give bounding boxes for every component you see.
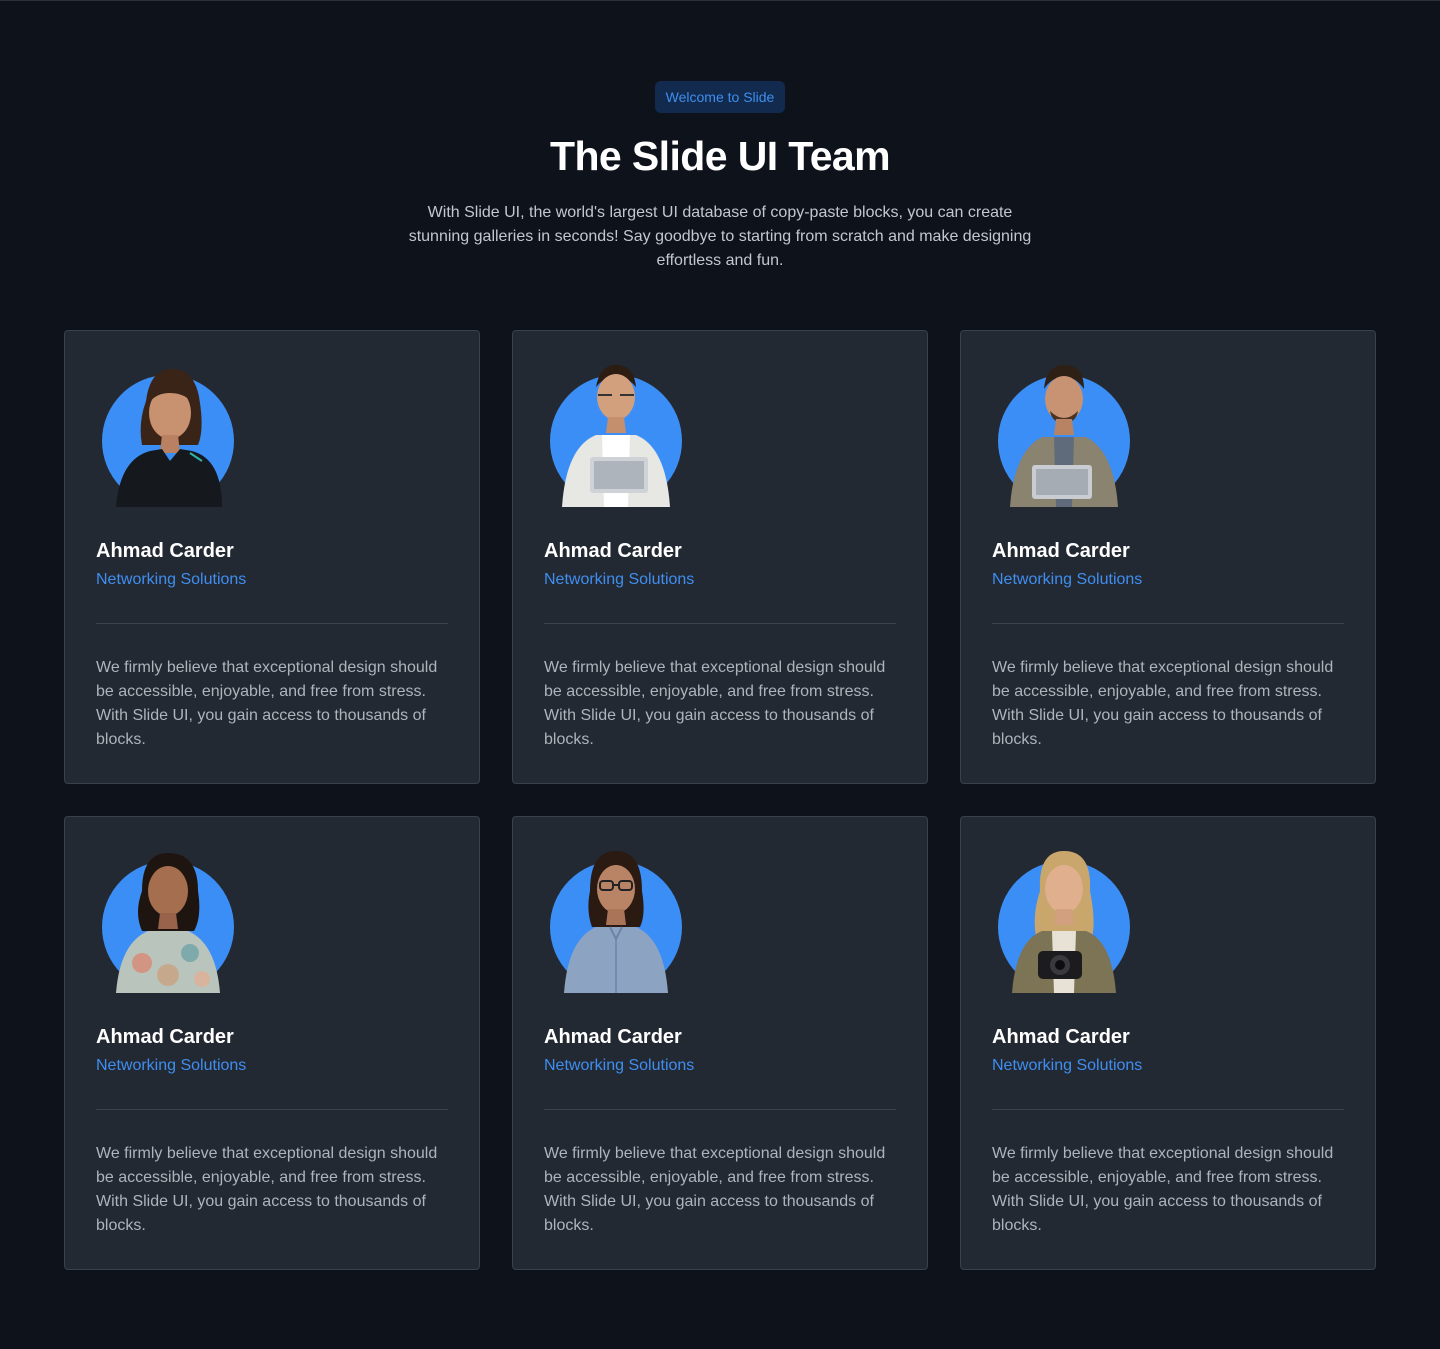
divider bbox=[544, 623, 896, 624]
divider bbox=[96, 623, 448, 624]
team-card: Ahmad Carder Networking Solutions We fir… bbox=[960, 330, 1376, 784]
member-name: Ahmad Carder bbox=[96, 1026, 234, 1048]
member-bio: We firmly believe that exceptional desig… bbox=[96, 659, 438, 748]
woman-with-camera-portrait-icon bbox=[1012, 851, 1116, 993]
member-bio: We firmly believe that exceptional desig… bbox=[544, 659, 886, 748]
team-card: Ahmad Carder Networking Solutions We fir… bbox=[960, 816, 1376, 1270]
member-bio: We firmly believe that exceptional desig… bbox=[992, 659, 1334, 748]
member-role[interactable]: Networking Solutions bbox=[544, 1055, 694, 1077]
avatar bbox=[102, 369, 234, 507]
divider bbox=[992, 1109, 1344, 1110]
member-role[interactable]: Networking Solutions bbox=[544, 569, 694, 591]
woman-with-glasses-portrait-icon bbox=[564, 851, 668, 993]
page-title: The Slide UI Team bbox=[550, 133, 891, 179]
avatar bbox=[998, 851, 1130, 993]
member-role[interactable]: Networking Solutions bbox=[96, 569, 246, 591]
member-bio: We firmly believe that exceptional desig… bbox=[96, 1145, 438, 1234]
team-card: Ahmad Carder Networking Solutions We fir… bbox=[512, 330, 928, 784]
member-name: Ahmad Carder bbox=[992, 1026, 1130, 1048]
divider bbox=[992, 623, 1344, 624]
member-role[interactable]: Networking Solutions bbox=[992, 569, 1142, 591]
divider bbox=[544, 1109, 896, 1110]
section-header: Welcome to Slide The Slide UI Team With … bbox=[0, 81, 1440, 273]
member-role[interactable]: Networking Solutions bbox=[992, 1055, 1142, 1077]
member-bio: We firmly believe that exceptional desig… bbox=[992, 1145, 1334, 1234]
avatar bbox=[550, 365, 682, 507]
member-role[interactable]: Networking Solutions bbox=[96, 1055, 246, 1077]
welcome-badge: Welcome to Slide bbox=[654, 81, 786, 113]
team-card: Ahmad Carder Networking Solutions We fir… bbox=[64, 330, 480, 784]
man-with-laptop-portrait-icon bbox=[562, 365, 670, 507]
member-name: Ahmad Carder bbox=[544, 540, 682, 562]
avatar bbox=[102, 853, 234, 993]
avatar bbox=[998, 365, 1130, 507]
page-subtitle: With Slide UI, the world's largest UI da… bbox=[408, 204, 1032, 269]
team-section: Welcome to Slide The Slide UI Team With … bbox=[0, 0, 1440, 1349]
man-with-laptop-portrait-icon bbox=[1010, 365, 1118, 507]
member-name: Ahmad Carder bbox=[992, 540, 1130, 562]
woman-portrait-icon bbox=[116, 853, 220, 993]
member-name: Ahmad Carder bbox=[96, 540, 234, 562]
avatar bbox=[550, 851, 682, 993]
team-card: Ahmad Carder Networking Solutions We fir… bbox=[512, 816, 928, 1270]
divider bbox=[96, 1109, 448, 1110]
team-card: Ahmad Carder Networking Solutions We fir… bbox=[64, 816, 480, 1270]
member-name: Ahmad Carder bbox=[544, 1026, 682, 1048]
team-grid: Ahmad Carder Networking Solutions We fir… bbox=[64, 330, 1376, 1270]
woman-portrait-icon bbox=[116, 369, 222, 507]
member-bio: We firmly believe that exceptional desig… bbox=[544, 1145, 886, 1234]
